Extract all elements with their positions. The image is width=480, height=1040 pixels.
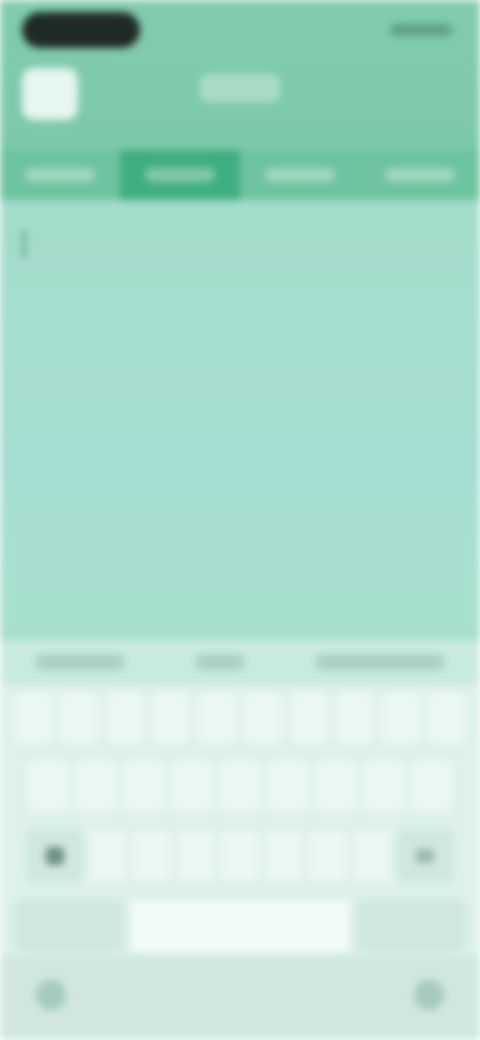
- key[interactable]: [133, 830, 171, 882]
- suggestion-item[interactable]: [195, 654, 245, 670]
- key[interactable]: [353, 830, 391, 882]
- app-logo-icon[interactable]: [22, 68, 78, 120]
- key-row-bottom: [0, 900, 480, 952]
- key[interactable]: [197, 692, 237, 744]
- key[interactable]: [381, 692, 421, 744]
- suggestion-strip: [0, 640, 480, 684]
- space-key[interactable]: [130, 900, 350, 952]
- suggestion-item[interactable]: [35, 654, 125, 670]
- key-row-2: [0, 760, 480, 812]
- key[interactable]: [27, 760, 69, 812]
- key[interactable]: [89, 830, 127, 882]
- screen: [0, 0, 480, 1040]
- tab-1[interactable]: [0, 150, 120, 200]
- status-bar-pill: [22, 12, 140, 48]
- symbols-key[interactable]: [14, 900, 124, 952]
- header-title: [200, 74, 280, 102]
- key[interactable]: [13, 692, 53, 744]
- text-cursor: [22, 230, 26, 258]
- tab-bar: [0, 150, 480, 200]
- key[interactable]: [289, 692, 329, 744]
- key[interactable]: [105, 692, 145, 744]
- key[interactable]: [363, 760, 405, 812]
- key[interactable]: [411, 760, 453, 812]
- key[interactable]: [123, 760, 165, 812]
- tab-2[interactable]: [120, 150, 240, 200]
- text-input-area[interactable]: [0, 200, 480, 640]
- backspace-icon: [416, 849, 434, 863]
- key-row-3: [0, 830, 480, 882]
- key[interactable]: [221, 830, 259, 882]
- key[interactable]: [243, 692, 283, 744]
- key[interactable]: [219, 760, 261, 812]
- system-nav-bar: [0, 956, 480, 1040]
- shift-key[interactable]: [27, 830, 83, 882]
- keyboard-icon[interactable]: [414, 980, 444, 1010]
- key[interactable]: [335, 692, 375, 744]
- back-icon[interactable]: [36, 980, 66, 1010]
- tab-label: [265, 168, 335, 182]
- key[interactable]: [59, 692, 99, 744]
- suggestion-item[interactable]: [315, 654, 445, 670]
- key[interactable]: [75, 760, 117, 812]
- key[interactable]: [309, 830, 347, 882]
- tab-label: [385, 168, 455, 182]
- key[interactable]: [315, 760, 357, 812]
- key[interactable]: [171, 760, 213, 812]
- key[interactable]: [267, 760, 309, 812]
- key-row-1: [0, 692, 480, 744]
- app-header: [0, 0, 480, 200]
- tab-3[interactable]: [240, 150, 360, 200]
- tab-4[interactable]: [360, 150, 480, 200]
- tab-label: [25, 168, 95, 182]
- key[interactable]: [265, 830, 303, 882]
- key[interactable]: [151, 692, 191, 744]
- enter-key[interactable]: [356, 900, 466, 952]
- shift-icon: [46, 847, 64, 865]
- key[interactable]: [427, 692, 467, 744]
- backspace-key[interactable]: [397, 830, 453, 882]
- key[interactable]: [177, 830, 215, 882]
- tab-label: [145, 168, 215, 182]
- status-icons: [390, 24, 452, 36]
